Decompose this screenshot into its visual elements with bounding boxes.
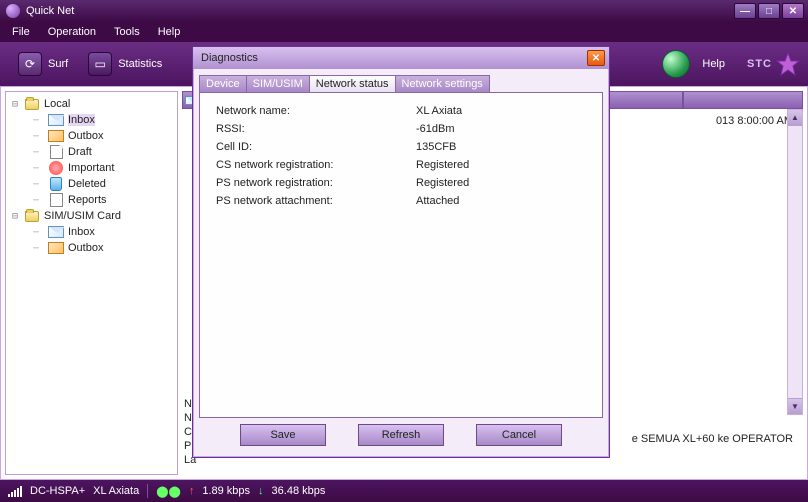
tree-local-draft[interactable]: ⋯Draft — [8, 144, 175, 160]
tab-sim-usim[interactable]: SIM/USIM — [246, 75, 310, 92]
folder-icon — [24, 97, 40, 111]
window-titlebar: Quick Net ― □ ✕ — [0, 0, 808, 22]
brand-text: STC — [747, 58, 772, 70]
refresh-button[interactable]: Refresh — [358, 424, 444, 446]
field-ps-attach-label: PS network attachment: — [216, 195, 416, 207]
field-network-name-label: Network name: — [216, 105, 416, 117]
tree-local-reports[interactable]: ⋯Reports — [8, 192, 175, 208]
trash-icon — [48, 177, 64, 191]
maximize-button[interactable]: □ — [758, 3, 780, 19]
preview-text: e SEMUA XL+60 ke OPERATOR — [632, 433, 793, 445]
draft-icon — [48, 145, 64, 159]
menu-operation[interactable]: Operation — [40, 24, 104, 40]
field-ps-attach-value: Attached — [416, 195, 459, 207]
inbox-icon — [48, 225, 64, 239]
cancel-button[interactable]: Cancel — [476, 424, 562, 446]
dialog-button-row: Save Refresh Cancel — [193, 424, 609, 456]
field-rssi-label: RSSI: — [216, 123, 416, 135]
tree-local-inbox[interactable]: ⋯Inbox — [8, 112, 175, 128]
app-icon — [6, 4, 20, 18]
tree-local-label: Local — [44, 98, 70, 110]
status-bar: DC-HSPA+ XL Axiata ⬤⬤ ↑ 1.89 kbps ↓ 36.4… — [0, 480, 808, 502]
tree-sim-inbox[interactable]: ⋯Inbox — [8, 224, 175, 240]
dialog-tabs: Device SIM/USIM Network status Network s… — [199, 75, 603, 92]
signal-icon — [8, 485, 22, 497]
upload-icon: ↑ — [189, 485, 195, 497]
outbox-icon — [48, 129, 64, 143]
dialog-body: Network name:XL Axiata RSSI:-61dBm Cell … — [199, 92, 603, 418]
vertical-scrollbar[interactable]: ▲ ▼ — [787, 109, 803, 415]
scroll-up-icon[interactable]: ▲ — [788, 110, 802, 126]
diagnostics-dialog: Diagnostics ✕ Device SIM/USIM Network st… — [192, 46, 610, 458]
menu-tools[interactable]: Tools — [106, 24, 148, 40]
help-button[interactable]: Help — [652, 46, 735, 82]
globe-icon — [662, 50, 690, 78]
chart-icon: ▭ — [88, 52, 112, 76]
tree-local-outbox[interactable]: ⋯Outbox — [8, 128, 175, 144]
window-title: Quick Net — [26, 5, 732, 17]
message-row-date[interactable]: 013 8:00:00 AM — [716, 115, 793, 127]
important-icon — [48, 161, 64, 175]
star-icon — [776, 52, 800, 76]
field-ps-reg-value: Registered — [416, 177, 469, 189]
collapse-icon[interactable]: ⊟ — [10, 99, 20, 110]
tab-device[interactable]: Device — [199, 75, 247, 92]
status-operator: XL Axiata — [93, 485, 139, 497]
refresh-icon: ⟳ — [18, 52, 42, 76]
separator — [147, 484, 148, 498]
field-cs-reg-label: CS network registration: — [216, 159, 416, 171]
status-upload: 1.89 kbps — [202, 485, 250, 497]
collapse-icon[interactable]: ⊟ — [10, 211, 20, 222]
scroll-down-icon[interactable]: ▼ — [788, 398, 802, 414]
surf-button[interactable]: ⟳ Surf — [8, 48, 78, 80]
folder-icon — [24, 209, 40, 223]
tab-network-settings[interactable]: Network settings — [395, 75, 490, 92]
tree-local-deleted[interactable]: ⋯Deleted — [8, 176, 175, 192]
column-header-date[interactable] — [683, 91, 803, 109]
menu-bar: File Operation Tools Help — [0, 22, 808, 42]
tree-local[interactable]: ⊟ Local — [8, 96, 175, 112]
inbox-icon — [48, 113, 64, 127]
tree-local-important[interactable]: ⋯Important — [8, 160, 175, 176]
field-network-name-value: XL Axiata — [416, 105, 462, 117]
field-ps-reg-label: PS network registration: — [216, 177, 416, 189]
outbox-icon — [48, 241, 64, 255]
field-cs-reg-value: Registered — [416, 159, 469, 171]
field-rssi-value: -61dBm — [416, 123, 455, 135]
report-icon — [48, 193, 64, 207]
dialog-close-button[interactable]: ✕ — [587, 50, 605, 66]
dialog-titlebar[interactable]: Diagnostics ✕ — [193, 47, 609, 69]
tree-sim[interactable]: ⊟ SIM/USIM Card — [8, 208, 175, 224]
help-label: Help — [702, 58, 725, 70]
tree-sim-outbox[interactable]: ⋯Outbox — [8, 240, 175, 256]
menu-file[interactable]: File — [4, 24, 38, 40]
statistics-label: Statistics — [118, 58, 162, 70]
network-icon: ⬤⬤ — [156, 485, 181, 498]
tab-network-status[interactable]: Network status — [309, 75, 396, 92]
field-cell-id-value: 135CFB — [416, 141, 456, 153]
statistics-button[interactable]: ▭ Statistics — [78, 48, 172, 80]
tree-sim-label: SIM/USIM Card — [44, 210, 121, 222]
folder-tree: ⊟ Local ⋯Inbox ⋯Outbox ⋯Draft ⋯Important… — [5, 91, 178, 475]
status-download: 36.48 kbps — [272, 485, 326, 497]
status-mode: DC-HSPA+ — [30, 485, 85, 497]
close-button[interactable]: ✕ — [782, 3, 804, 19]
download-icon: ↓ — [258, 485, 264, 497]
field-cell-id-label: Cell ID: — [216, 141, 416, 153]
dialog-title: Diagnostics — [201, 52, 587, 64]
brand-logo: STC — [747, 52, 800, 76]
minimize-button[interactable]: ― — [734, 3, 756, 19]
surf-label: Surf — [48, 58, 68, 70]
menu-help[interactable]: Help — [150, 24, 189, 40]
save-button[interactable]: Save — [240, 424, 326, 446]
